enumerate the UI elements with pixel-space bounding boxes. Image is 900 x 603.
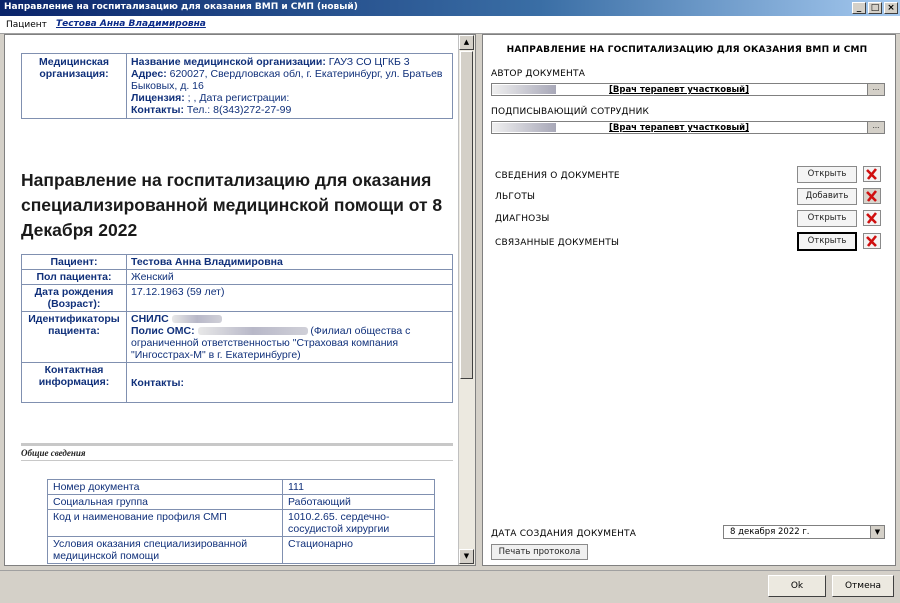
snils-label: СНИЛС [131, 313, 169, 325]
row-label-document-info: СВЕДЕНИЯ О ДОКУМЕНТЕ [495, 171, 620, 181]
table-row: Код и наименование профиля СМП 1010.2.65.… [47, 509, 435, 537]
delete-icon [866, 190, 878, 202]
general-key: Условия оказания специализированной меди… [47, 536, 283, 564]
delete-icon [866, 235, 878, 247]
general-key: Код и наименование профиля СМП [47, 509, 283, 537]
scroll-up-arrow-icon[interactable]: ▲ [459, 35, 474, 50]
table-row: Условия оказания специализированной меди… [47, 536, 435, 564]
delete-benefit-button[interactable] [863, 188, 881, 204]
scroll-down-arrow-icon[interactable]: ▼ [459, 549, 474, 564]
org-address-value: 620027, Свердловская обл, г. Екатеринбур… [131, 68, 443, 92]
title-bar: Направление на госпитализацию для оказан… [0, 0, 900, 16]
window-title: Направление на госпитализацию для оказан… [4, 2, 358, 12]
signer-position: [Врач терапевт участковый] [609, 123, 749, 133]
delete-diagnoses-button[interactable] [863, 210, 881, 226]
signer-field[interactable]: [Врач терапевт участковый] ... [491, 121, 885, 134]
open-document-info-button[interactable]: Открыть [797, 166, 857, 183]
oms-label: Полис ОМС: [131, 325, 195, 337]
general-key: Социальная группа [47, 494, 283, 510]
table-row: Номер документа 111 [47, 479, 435, 495]
patient-bar-name-link[interactable]: Тестова Анна Владимировна [56, 19, 206, 29]
author-label: АВТОР ДОКУМЕНТА [491, 69, 586, 79]
sex-label: Пол пациента: [21, 269, 127, 285]
date-label: ДАТА СОЗДАНИЯ ДОКУМЕНТА [491, 529, 637, 539]
date-picker[interactable]: 8 декабря 2022 г. ▼ [723, 525, 885, 539]
dialog-footer: Ok Отмена [0, 570, 900, 603]
row-label-related-docs: СВЯЗАННЫЕ ДОКУМЕНТЫ [495, 238, 620, 248]
patient-label: Пациент: [21, 254, 127, 270]
org-contacts-label: Контакты: [131, 104, 185, 116]
redacted-snils [171, 315, 222, 324]
patient-bar: Пациент Тестова Анна Владимировна [0, 16, 900, 34]
delete-related-docs-button[interactable] [863, 233, 881, 249]
general-value: 111 [282, 479, 435, 495]
org-name-label: Название медицинской организации: [131, 56, 326, 68]
print-protocol-button[interactable]: Печать протокола [491, 544, 588, 560]
chevron-down-icon[interactable]: ▼ [870, 526, 884, 538]
add-benefit-button[interactable]: Добавить [797, 188, 857, 205]
patient-value: Тестова Анна Владимировна [126, 254, 453, 270]
maximize-button[interactable]: □ [868, 2, 882, 14]
author-select-button[interactable]: ... [867, 84, 884, 95]
org-name-value: ГАУЗ СО ЦГКБ 3 [325, 56, 410, 68]
ids-value: СНИЛС Полис ОМС: (Филиал общества с огра… [126, 311, 453, 363]
contact-label: Контактная информация: [21, 362, 127, 403]
general-value: Работающий [282, 494, 435, 510]
minimize-button[interactable]: _ [852, 2, 866, 14]
author-field[interactable]: [Врач терапевт участковый] ... [491, 83, 885, 96]
row-label-diagnoses: ДИАГНОЗЫ [495, 214, 550, 224]
delete-document-info-button[interactable] [863, 166, 881, 182]
cancel-button[interactable]: Отмена [832, 575, 894, 597]
ids-label: Идентификаторы пациента: [21, 311, 127, 363]
org-license-value: ; , Дата регистрации: [184, 92, 290, 104]
close-button[interactable]: × [884, 2, 898, 14]
org-contacts-value: Тел.: 8(343)272-27-99 [184, 104, 292, 116]
org-header: Медицинская организация: [21, 53, 127, 119]
general-value: Стационарно [282, 536, 435, 564]
redacted-oms [197, 327, 308, 336]
patient-bar-label: Пациент [6, 20, 47, 30]
open-related-docs-button[interactable]: Открыть [797, 232, 857, 251]
general-key: Номер документа [47, 479, 283, 495]
org-license-label: Лицензия: [131, 92, 185, 104]
delete-icon [866, 168, 878, 180]
author-position: [Врач терапевт участковый] [609, 85, 749, 95]
vertical-scrollbar[interactable]: ▲ ▼ [458, 35, 475, 565]
general-value: 1010.2.65. сердечно-сосудистой хирургии [282, 509, 435, 537]
signer-label: ПОДПИСЫВАЮЩИЙ СОТРУДНИК [491, 107, 650, 117]
patient-table: Пациент: Тестова Анна Владимировна Пол п… [21, 254, 453, 403]
org-table: Медицинская организация: Название медици… [21, 53, 453, 119]
signer-select-button[interactable]: ... [867, 122, 884, 133]
document-properties-panel: НАПРАВЛЕНИЕ НА ГОСПИТАЛИЗАЦИЮ ДЛЯ ОКАЗАН… [482, 34, 896, 566]
table-row: Социальная группа Работающий [47, 494, 435, 510]
date-value: 8 декабря 2022 г. [730, 527, 810, 537]
birth-label: Дата рождения (Возраст): [21, 284, 127, 312]
panel-title: НАПРАВЛЕНИЕ НА ГОСПИТАЛИЗАЦИЮ ДЛЯ ОКАЗАН… [506, 45, 868, 55]
document-preview[interactable]: Медицинская организация: Название медици… [4, 34, 476, 566]
row-label-benefits: ЛЬГОТЫ [495, 192, 536, 202]
document-heading: Направление на госпитализацию для оказан… [21, 170, 443, 240]
sex-value: Женский [126, 269, 453, 285]
general-section-header: Общие сведения [21, 443, 453, 461]
ok-button[interactable]: Ok [768, 575, 826, 597]
org-address-label: Адрес: [131, 68, 167, 80]
general-table: Номер документа 111 Социальная группа Рабо… [47, 479, 435, 564]
scroll-thumb[interactable] [460, 51, 473, 379]
birth-value: 17.12.1963 (59 лет) [126, 284, 453, 312]
contact-value: Контакты: [126, 362, 453, 403]
org-info: Название медицинской организации: ГАУЗ С… [126, 53, 453, 119]
open-diagnoses-button[interactable]: Открыть [797, 210, 857, 227]
delete-icon [866, 212, 878, 224]
